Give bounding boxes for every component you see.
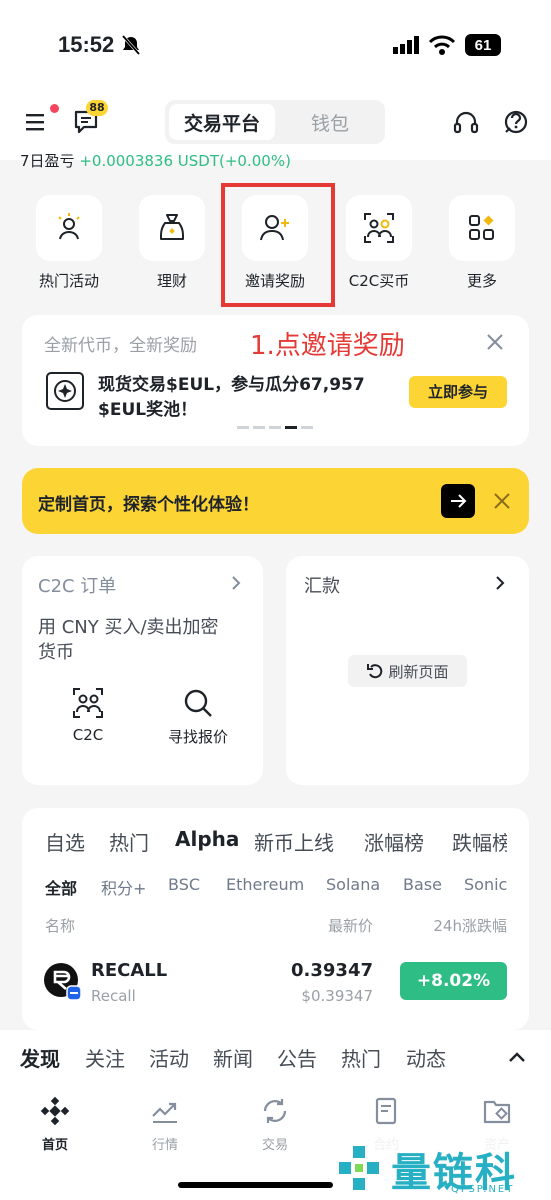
quick-more[interactable] [449, 195, 515, 261]
c2c-desc-line1: 用 CNY 买入/卖出加密 [38, 617, 219, 638]
banner-close-icon[interactable] [492, 491, 512, 511]
row-price-usd: $0.39347 [301, 987, 373, 1005]
wifi-icon [428, 35, 456, 55]
tab-exchange[interactable]: 交易平台 [169, 104, 275, 140]
c2c-action-label[interactable]: C2C [48, 726, 128, 744]
watermark-logo [339, 1146, 379, 1190]
trade-icon[interactable] [260, 1096, 290, 1126]
quick-label-c2c: C2C买币 [348, 272, 410, 290]
quick-label-hot: 热门活动 [38, 272, 99, 290]
tab-wallet[interactable]: 钱包 [280, 104, 380, 140]
chevron-right-icon[interactable] [228, 574, 244, 592]
tab-activities[interactable]: 活动 [149, 1043, 189, 1072]
filter-solana[interactable]: Solana [326, 875, 380, 894]
c2c-desc-line2: 货币 [38, 642, 74, 663]
tab-new-listings[interactable]: 新币上线 [254, 827, 334, 855]
refresh-icon [367, 664, 383, 679]
tab-hot[interactable]: 热门 [109, 827, 149, 855]
notice-title: 全新代币，全新奖励 [44, 336, 197, 356]
token-icon [46, 372, 84, 410]
search-icon[interactable] [182, 687, 214, 719]
markets-icon[interactable] [150, 1096, 180, 1126]
battery-icon: 61 [465, 34, 501, 56]
carousel-dots [237, 426, 317, 429]
col-price: 最新价 [327, 917, 373, 935]
tab-following[interactable]: 关注 [85, 1043, 125, 1072]
tab-news[interactable]: 新闻 [213, 1043, 253, 1072]
c2c-card-title: C2C 订单 [38, 576, 117, 597]
tab-gainers[interactable]: 涨幅榜 [364, 827, 424, 855]
discover-tabs: 发现 关注 活动 新闻 公告 热门 动态 [20, 1043, 460, 1071]
tab-feed[interactable]: 动态 [406, 1043, 446, 1072]
menu-icon[interactable] [24, 110, 48, 134]
market-tabs: 自选 热门 Alpha 新币上线 涨幅榜 跌幅榜 [45, 827, 507, 855]
refresh-button[interactable]: 刷新页面 [348, 655, 467, 687]
message-count-badge: 88 [86, 100, 108, 116]
tab-losers[interactable]: 跌幅榜 [452, 827, 507, 855]
notice-body-line1: 现货交易$EUL，参与瓜分67,957 [98, 375, 365, 395]
find-quote-label[interactable]: 寻找报价 [150, 726, 246, 747]
tab-trending[interactable]: 热门 [341, 1043, 381, 1072]
pnl-label: 7日盈亏 [20, 152, 75, 168]
filter-base[interactable]: Base [403, 875, 442, 894]
refresh-label: 刷新页面 [388, 662, 449, 681]
chevron-up-icon[interactable] [506, 1047, 528, 1067]
arrow-right-icon [451, 494, 467, 508]
futures-icon[interactable] [372, 1096, 402, 1126]
filter-sonic[interactable]: Sonic [464, 875, 507, 894]
row-price: 0.39347 [291, 960, 373, 981]
join-now-button[interactable]: 立即参与 [409, 376, 507, 408]
p2p-chat-icon[interactable] [502, 108, 532, 138]
row-symbol: RECALL [91, 960, 168, 981]
bell-muted-icon [121, 35, 141, 55]
filter-ethereum[interactable]: Ethereum [226, 875, 304, 894]
c2c-action-icon[interactable] [71, 686, 105, 720]
market-filters: 全部 积分+ BSC Ethereum Solana Base Sonic [45, 875, 507, 897]
customize-text: 定制首页，探索个性化体验！ [38, 495, 259, 515]
quick-c2c[interactable] [346, 195, 412, 261]
quick-finance[interactable] [139, 195, 205, 261]
watermark: 量链科技 QFSP.NET [333, 1138, 551, 1200]
hot-activity-icon [58, 213, 80, 240]
status-time: 15:52 [58, 32, 115, 57]
row-change-badge[interactable]: +8.02% [400, 962, 507, 1000]
recall-logo [44, 963, 81, 1000]
highlight-box [221, 183, 335, 307]
customize-go-button[interactable] [441, 484, 475, 518]
col-change: 24h涨跌幅 [433, 917, 507, 935]
assets-icon[interactable] [482, 1096, 512, 1126]
quick-hot-activity[interactable] [36, 195, 102, 261]
quick-label-finance: 理财 [156, 272, 187, 290]
filter-bsc[interactable]: BSC [168, 875, 200, 894]
tab-markets[interactable]: 行情 [135, 1134, 195, 1153]
tab-alpha[interactable]: Alpha [175, 827, 239, 851]
home-icon[interactable] [40, 1096, 70, 1126]
tab-discover[interactable]: 发现 [20, 1043, 60, 1072]
headset-icon[interactable] [452, 109, 480, 137]
remit-title: 汇款 [304, 576, 340, 597]
annotation-text: 1.点邀请奖励 [250, 331, 405, 361]
menu-dot-badge [50, 104, 59, 113]
tab-announcements[interactable]: 公告 [277, 1043, 317, 1072]
notice-body-line2: $EUL奖池！ [98, 400, 198, 420]
c2c-users-icon [364, 213, 394, 243]
remit-chevron-icon[interactable] [492, 574, 508, 592]
more-grid-icon [469, 215, 494, 240]
tab-trade[interactable]: 交易 [245, 1134, 305, 1153]
signal-icon [393, 36, 419, 54]
quick-label-more: 更多 [466, 272, 497, 290]
close-icon[interactable] [485, 332, 505, 352]
filter-all[interactable]: 全部 [45, 875, 77, 897]
watermark-url: QFSP.NET [451, 1184, 515, 1195]
filter-points[interactable]: 积分+ [101, 875, 146, 897]
pnl-value: +0.0003836 USDT(+0.00%) [79, 152, 291, 168]
tab-home[interactable]: 首页 [25, 1134, 85, 1153]
home-indicator [178, 1182, 333, 1188]
row-name: Recall [91, 987, 136, 1005]
tab-favorites[interactable]: 自选 [45, 827, 85, 855]
col-name: 名称 [45, 917, 76, 935]
pnl-line: 7日盈亏 +0.0003836 USDT(+0.00%) [20, 150, 350, 168]
battery-level: 61 [474, 36, 492, 54]
money-bag-icon [160, 214, 184, 240]
